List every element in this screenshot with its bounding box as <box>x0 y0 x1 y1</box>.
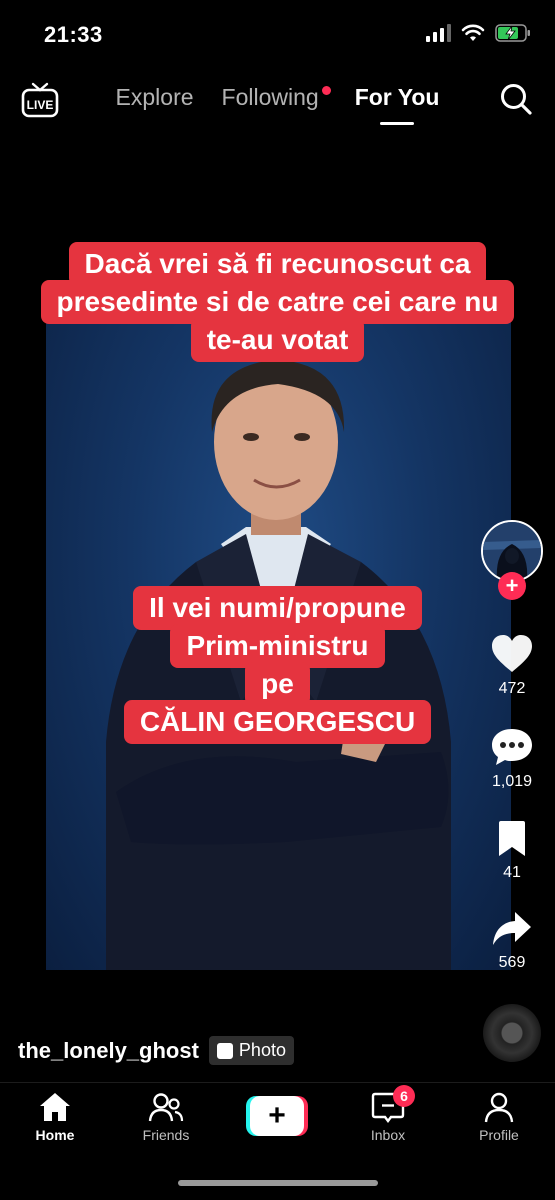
profile-icon <box>484 1092 514 1123</box>
status-bar: 21:33 <box>0 0 555 70</box>
wifi-icon <box>461 24 485 41</box>
status-icons <box>426 24 531 42</box>
status-time: 21:33 <box>44 22 103 47</box>
new-content-dot <box>321 86 331 95</box>
tab-profile[interactable]: Profile <box>454 1091 544 1143</box>
tab-for-you[interactable]: For You <box>355 84 440 111</box>
cellular-signal-icon <box>426 24 451 42</box>
bookmark-icon <box>499 821 525 856</box>
tab-home[interactable]: Home <box>10 1091 100 1143</box>
tab-inbox[interactable]: 6 Inbox <box>343 1085 433 1143</box>
home-icon <box>40 1093 70 1121</box>
tab-profile-label: Profile <box>479 1127 519 1143</box>
search-icon <box>501 84 532 115</box>
comment-button[interactable]: 1,019 <box>477 727 547 791</box>
battery-charging-icon <box>495 24 530 42</box>
tab-explore[interactable]: Explore <box>116 84 194 111</box>
tab-home-label: Home <box>35 1127 75 1143</box>
photo-stack-icon <box>216 1042 233 1059</box>
heart-icon <box>492 635 532 672</box>
create-button[interactable]: + <box>246 1096 308 1136</box>
tab-friends[interactable]: Friends <box>121 1091 211 1143</box>
follow-button[interactable]: + <box>498 572 526 600</box>
tab-friends-label: Friends <box>142 1127 190 1143</box>
like-button[interactable]: 472 <box>477 634 547 698</box>
photo-badge: Photo <box>208 1036 294 1065</box>
like-count: 472 <box>498 680 526 697</box>
photo-badge-label: Photo <box>238 1040 286 1060</box>
share-count: 569 <box>498 954 526 971</box>
tab-inbox-label: Inbox <box>370 1127 406 1143</box>
comment-count: 1,019 <box>491 773 533 790</box>
tab-following-label: Following <box>221 84 319 110</box>
feed-tabs: Explore Following For You <box>0 84 555 111</box>
top-nav: LIVE Explore Following For You <box>0 78 555 128</box>
caption-line: te-au votat <box>190 318 365 362</box>
search-button[interactable] <box>499 82 533 116</box>
comment-bubble-icon <box>492 729 532 765</box>
caption-line: CĂLIN GEORGESCU <box>123 700 432 744</box>
tab-following[interactable]: Following <box>221 84 331 111</box>
post-info: the_lonely_ghost Photo <box>18 1036 294 1065</box>
friends-icon <box>148 1093 184 1122</box>
inbox-badge: 6 <box>393 1085 415 1107</box>
plus-icon: + <box>250 1096 304 1136</box>
home-indicator[interactable] <box>178 1180 378 1186</box>
share-button[interactable]: 569 <box>477 910 547 972</box>
favorite-count: 41 <box>503 864 521 881</box>
favorite-button[interactable]: 41 <box>477 820 547 882</box>
creator-username[interactable]: the_lonely_ghost <box>18 1038 199 1064</box>
sound-disc[interactable] <box>483 1004 541 1062</box>
caption-middle: Il vei numi/propune Prim-ministru pe CĂL… <box>0 586 555 744</box>
creator-avatar-group: + <box>481 520 543 600</box>
caption-top: Dacă vrei să fi recunoscut ca presedinte… <box>0 242 555 362</box>
share-arrow-icon <box>493 912 531 945</box>
